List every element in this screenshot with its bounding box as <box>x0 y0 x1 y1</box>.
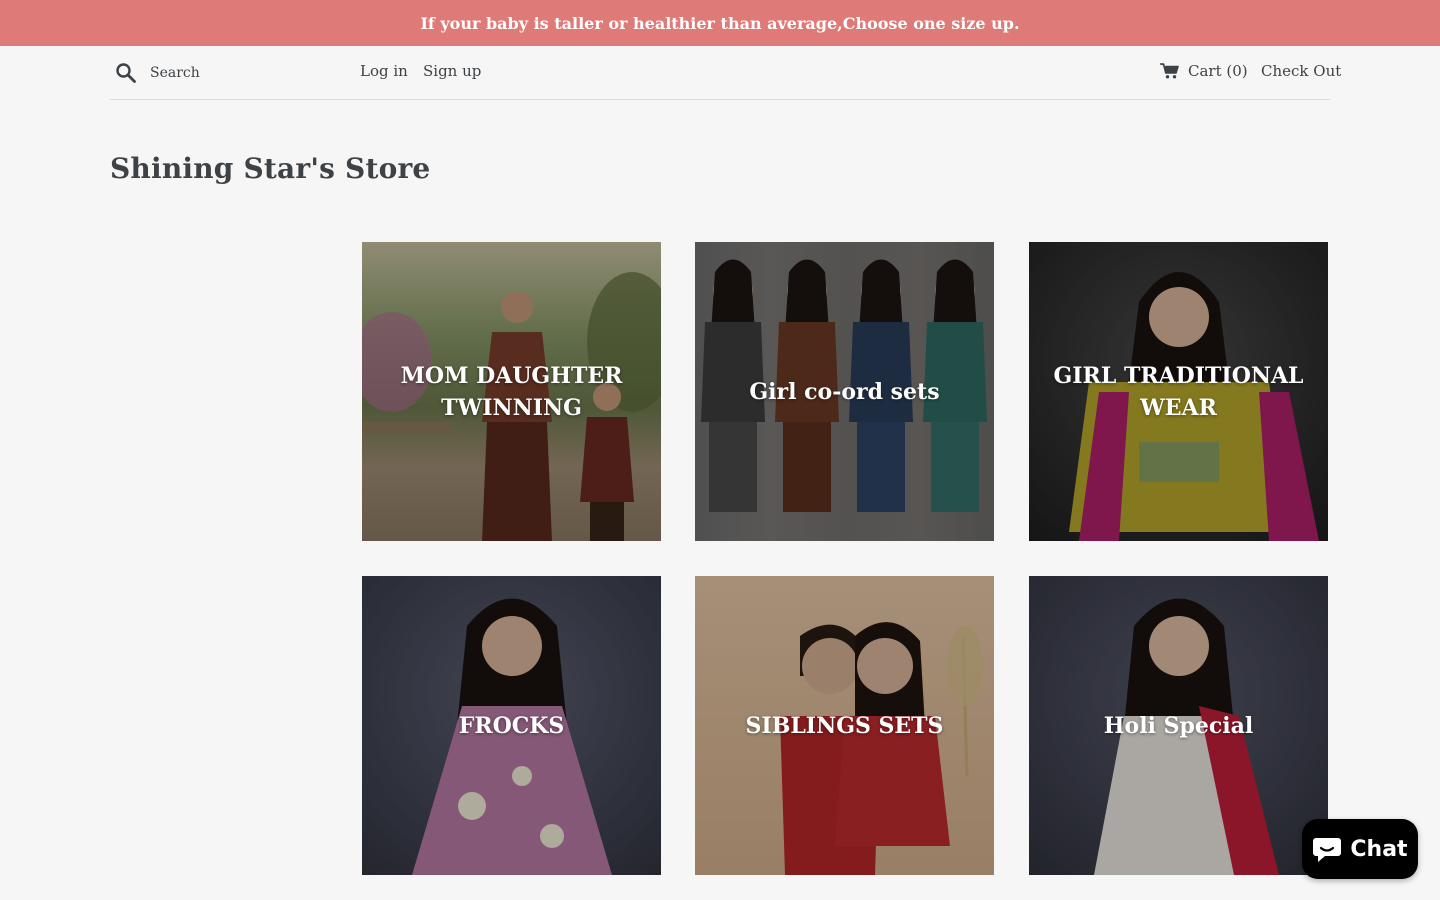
chat-bubble-icon <box>1313 838 1342 862</box>
announcement-text: If your baby is taller or healthier than… <box>420 13 1020 33</box>
page-title: Shining Star's Store <box>110 152 431 185</box>
collection-title: MOM DAUGHTER TWINNING <box>400 362 623 421</box>
cart-link[interactable]: Cart (0) <box>1160 62 1248 80</box>
collection-title: SIBLINGS SETS <box>745 712 944 739</box>
chat-button[interactable]: Chat <box>1302 819 1418 879</box>
site-header: Log in Sign up Cart (0) Check Out <box>110 46 1341 100</box>
announcement-bar: If your baby is taller or healthier than… <box>0 0 1440 46</box>
collection-tile-girl-co-ord-sets[interactable]: Girl co-ord sets <box>695 242 994 541</box>
collection-title: Holi Special <box>1103 712 1254 739</box>
signup-link[interactable]: Sign up <box>423 62 481 80</box>
chat-label: Chat <box>1350 836 1408 862</box>
collection-tile-siblings-sets[interactable]: SIBLINGS SETS <box>695 576 994 875</box>
collection-tile-girl-traditional-wear[interactable]: GIRL TRADITIONAL WEAR <box>1029 242 1328 541</box>
collection-tile-mom-daughter-twinning[interactable]: MOM DAUGHTER TWINNING <box>362 242 661 541</box>
login-link[interactable]: Log in <box>360 62 408 80</box>
cart-label: Cart (0) <box>1188 62 1248 80</box>
checkout-link[interactable]: Check Out <box>1261 62 1341 80</box>
collection-title: FROCKS <box>458 712 565 739</box>
cart-icon <box>1160 63 1179 79</box>
collection-title: Girl co-ord sets <box>749 378 940 405</box>
search-input[interactable] <box>150 61 340 85</box>
collection-tile-frocks[interactable]: FROCKS <box>362 576 661 875</box>
collection-title: GIRL TRADITIONAL WEAR <box>1053 362 1304 421</box>
search-icon[interactable] <box>115 62 137 84</box>
collection-tile-holi-special[interactable]: Holi Special <box>1029 576 1328 875</box>
